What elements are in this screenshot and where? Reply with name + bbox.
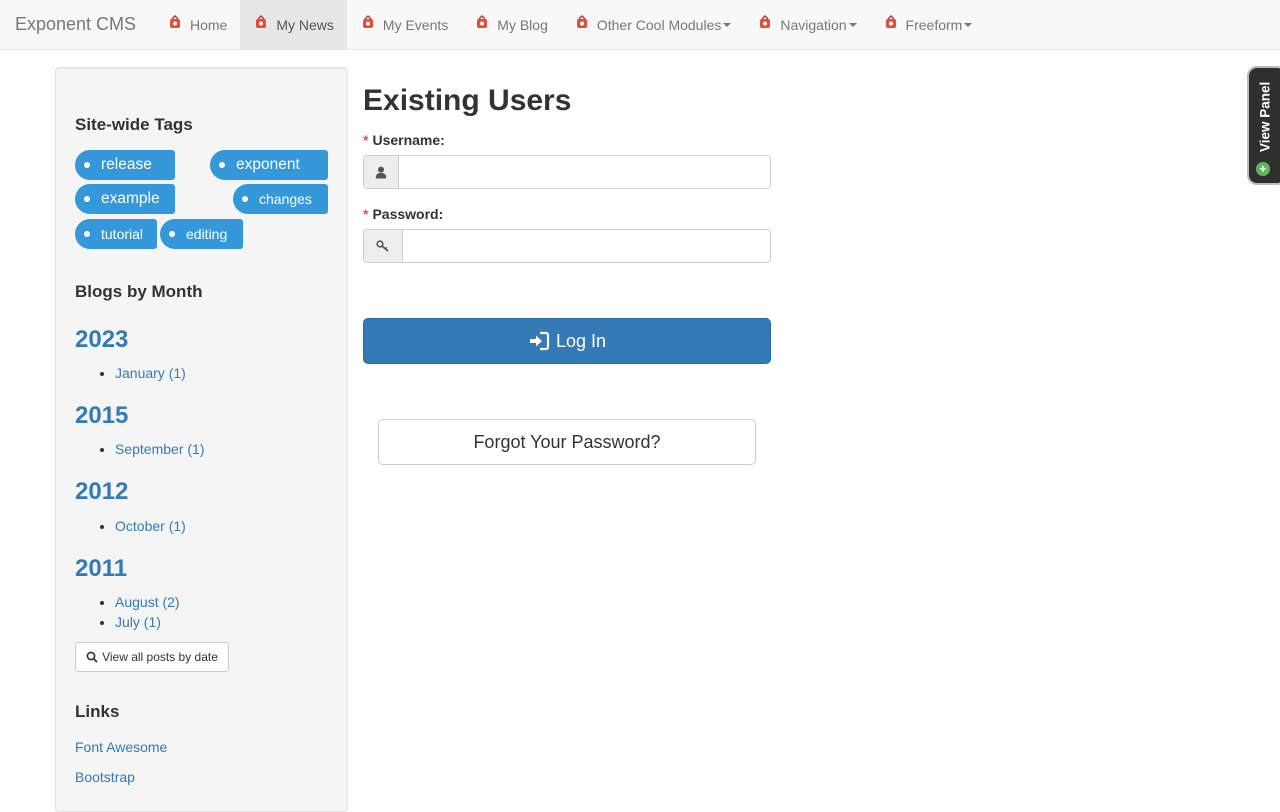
nav-item-my-blog[interactable]: My Blog [461, 0, 561, 50]
month-link[interactable]: September (1) [115, 441, 204, 457]
nav-item-freeform[interactable]: Freeform [870, 0, 986, 50]
list-item: August (2) [115, 592, 180, 612]
search-icon [86, 651, 98, 663]
link-bootstrap[interactable]: Bootstrap [75, 769, 135, 785]
tag-label: editing [186, 226, 228, 242]
module-icon [477, 14, 488, 28]
nav-label: Home [190, 17, 228, 33]
forgot-password-button[interactable]: Forgot Your Password? [378, 419, 756, 465]
nav-label: My Events [382, 17, 449, 33]
month-list: January (1) [75, 363, 186, 383]
login-button-label: Log In [555, 330, 607, 351]
year-2011-link[interactable]: 2011 [75, 555, 127, 583]
main-nav: Home My News My Events My Blog Other Coo… [154, 0, 985, 50]
module-icon [885, 14, 896, 28]
nav-label: Freeform [905, 17, 963, 33]
tag-changes[interactable]: changes [233, 184, 328, 214]
username-label: * Username: [363, 132, 445, 148]
view-all-posts-button[interactable]: View all posts by date [75, 642, 229, 672]
password-label-text: Password: [372, 206, 444, 222]
list-item: January (1) [115, 363, 186, 383]
caret-down-icon [723, 23, 732, 27]
tag-dot-icon [219, 162, 225, 168]
nav-label: Other Cool Modules [596, 17, 722, 33]
module-icon [760, 14, 771, 28]
tag-dot-icon [242, 196, 248, 202]
required-marker: * [363, 132, 369, 148]
month-link[interactable]: August (2) [115, 594, 180, 610]
nav-item-other-cool-modules[interactable]: Other Cool Modules [561, 0, 745, 50]
blogs-by-month-heading: Blogs by Month [75, 282, 203, 301]
nav-item-home[interactable]: Home [154, 0, 240, 50]
tag-label: exponent [236, 156, 300, 173]
nav-label: My News [276, 17, 334, 33]
tag-dot-icon [84, 231, 90, 237]
tag-dot-icon [84, 162, 90, 168]
nav-item-my-news[interactable]: My News [240, 0, 347, 50]
plus-icon: + [1256, 162, 1270, 176]
username-input-group [363, 155, 771, 189]
page-title: Existing Users [363, 84, 572, 117]
month-list: October (1) [75, 516, 186, 536]
nav-item-my-events[interactable]: My Events [347, 0, 461, 50]
tag-tutorial[interactable]: tutorial [75, 219, 157, 249]
month-link[interactable]: October (1) [115, 518, 186, 534]
year-2012-link[interactable]: 2012 [75, 478, 128, 506]
nav-label: Navigation [780, 17, 847, 33]
tag-label: tutorial [101, 226, 144, 242]
brand-link[interactable]: Exponent CMS [15, 14, 136, 35]
login-button[interactable]: Log In [363, 318, 771, 364]
nav-label: My Blog [497, 17, 548, 33]
view-panel-tab[interactable]: View Panel + [1247, 66, 1280, 185]
year-2015-link[interactable]: 2015 [75, 402, 128, 430]
list-item: October (1) [115, 516, 186, 536]
month-list: September (1) [75, 439, 204, 459]
links-heading: Links [75, 702, 120, 721]
module-icon [256, 14, 267, 28]
top-navbar: Exponent CMS Home My News My Events My B… [0, 0, 1280, 50]
password-input-group [363, 229, 771, 263]
link-font-awesome[interactable]: Font Awesome [75, 739, 167, 755]
module-icon [170, 14, 180, 28]
sidebar: Site-wide Tags release exponent example … [55, 67, 348, 812]
module-icon [362, 14, 373, 28]
required-marker: * [363, 206, 369, 222]
module-icon [576, 14, 587, 28]
tag-release[interactable]: release [75, 150, 175, 180]
view-panel-label: View Panel [1257, 81, 1273, 153]
list-item: July (1) [115, 612, 180, 632]
caret-down-icon [964, 23, 973, 27]
tag-label: changes [259, 191, 312, 207]
list-item: September (1) [115, 439, 204, 459]
tag-editing[interactable]: editing [160, 219, 243, 249]
year-2023-link[interactable]: 2023 [75, 326, 128, 354]
username-input[interactable] [399, 156, 770, 188]
tag-label: example [101, 190, 160, 207]
month-link[interactable]: January (1) [115, 365, 186, 381]
user-icon [364, 156, 399, 188]
tag-exponent[interactable]: exponent [210, 150, 328, 180]
sign-in-icon [529, 331, 550, 351]
month-list: August (2) July (1) [75, 592, 180, 632]
password-input[interactable] [403, 230, 770, 262]
tag-example[interactable]: example [75, 184, 175, 214]
password-label: * Password: [363, 206, 443, 222]
tag-label: release [101, 156, 152, 173]
view-all-label: View all posts by date [102, 650, 218, 664]
tag-dot-icon [84, 196, 90, 202]
username-label-text: Username: [372, 132, 445, 148]
tags-heading: Site-wide Tags [75, 115, 193, 134]
month-link[interactable]: July (1) [115, 614, 161, 630]
tag-dot-icon [169, 231, 175, 237]
nav-item-navigation[interactable]: Navigation [744, 0, 869, 50]
caret-down-icon [848, 23, 857, 27]
key-icon [364, 230, 403, 262]
